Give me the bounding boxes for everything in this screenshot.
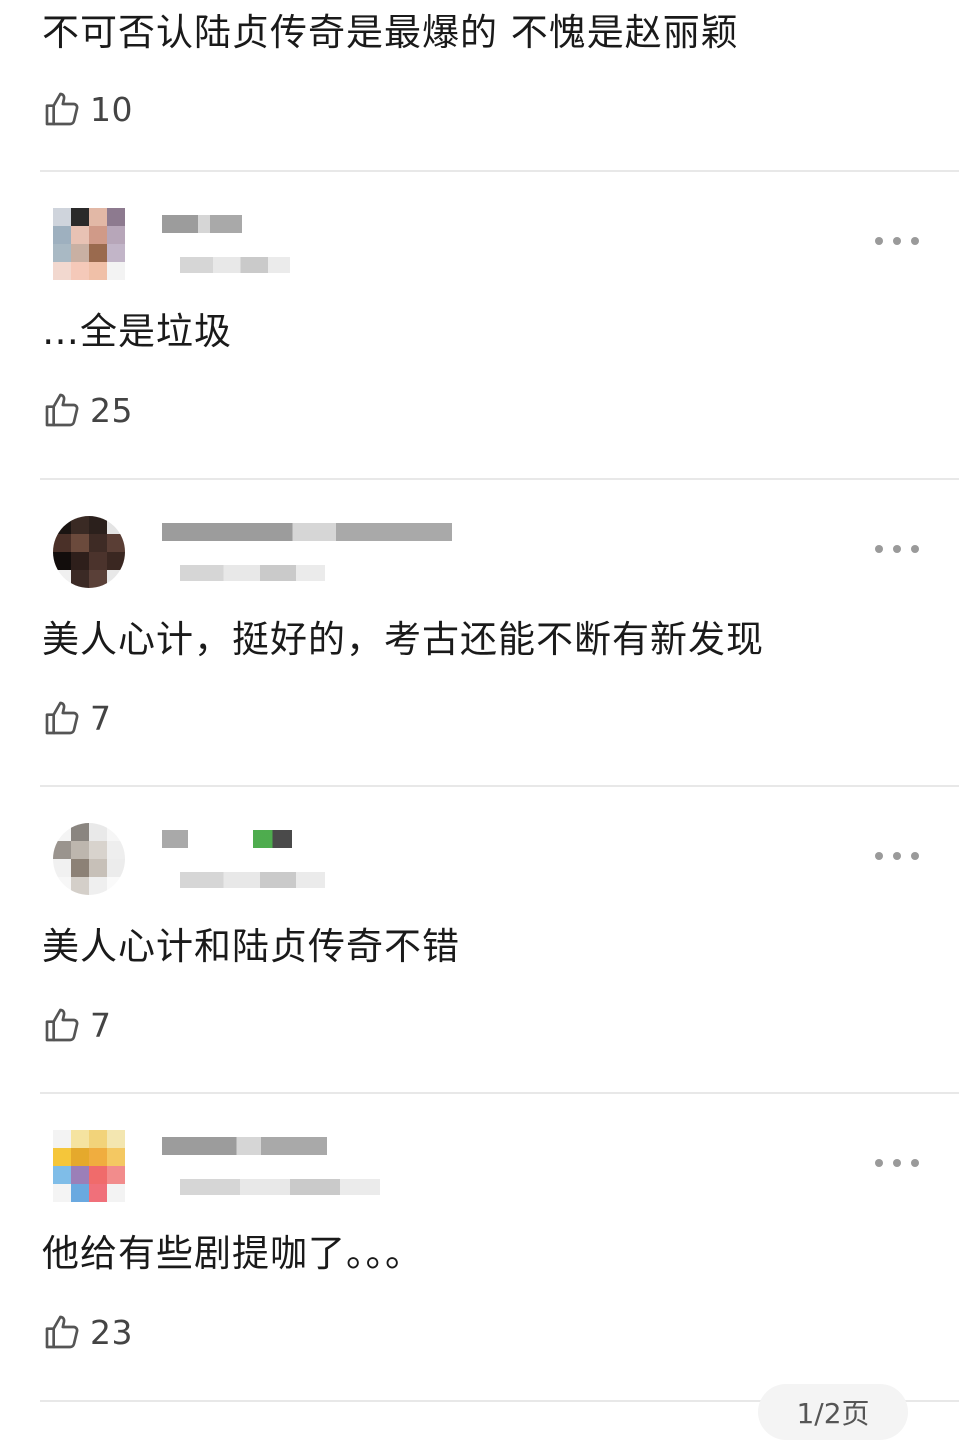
comment-item: 美人心计和陆贞传奇不错 7 xyxy=(40,786,959,1092)
avatar[interactable] xyxy=(53,1130,125,1202)
username[interactable] xyxy=(162,523,452,541)
like-button[interactable]: 7 xyxy=(42,1000,112,1050)
thumbs-up-icon xyxy=(45,701,79,735)
more-options-button[interactable] xyxy=(875,1153,919,1173)
thumbs-up-icon xyxy=(45,393,79,427)
like-count: 10 xyxy=(90,89,133,129)
avatar[interactable] xyxy=(53,208,125,280)
thumbs-up-icon xyxy=(45,1315,79,1349)
comment-text: …全是垃圾 xyxy=(42,310,232,353)
comment-item: 他给有些剧提咖了。。。 23 xyxy=(40,1093,959,1399)
comment-item: …全是垃圾 25 xyxy=(40,171,959,477)
username[interactable] xyxy=(162,1137,327,1155)
comment-item: 美人心计，挺好的，考古还能不断有新发现 7 xyxy=(40,479,959,785)
thumbs-up-icon xyxy=(45,92,79,126)
comment-text: 不可否认陆贞传奇是最爆的 不愧是赵丽颖 xyxy=(42,11,739,54)
username[interactable] xyxy=(162,830,292,848)
like-button[interactable]: 25 xyxy=(42,385,133,435)
comment-item: 不可否认陆贞传奇是最爆的 不愧是赵丽颖 10 xyxy=(40,0,920,170)
comment-feed: 不可否认陆贞传奇是最爆的 不愧是赵丽颖 10 …全是垃圾 25 美人心计，挺好的… xyxy=(0,0,959,1440)
like-count: 7 xyxy=(90,698,112,738)
like-count: 25 xyxy=(90,390,133,430)
comment-meta xyxy=(180,1179,380,1195)
comment-meta xyxy=(180,257,290,273)
like-count: 7 xyxy=(90,1005,112,1045)
more-options-button[interactable] xyxy=(875,539,919,559)
username[interactable] xyxy=(162,215,242,233)
comment-meta xyxy=(180,872,325,888)
like-button[interactable]: 23 xyxy=(42,1307,133,1357)
comment-text: 他给有些剧提咖了。。。 xyxy=(42,1232,423,1275)
comment-meta xyxy=(180,565,325,581)
avatar[interactable] xyxy=(53,823,125,895)
more-options-button[interactable] xyxy=(875,846,919,866)
like-button[interactable]: 10 xyxy=(42,84,133,134)
like-count: 23 xyxy=(90,1312,133,1352)
like-button[interactable]: 7 xyxy=(42,693,112,743)
avatar[interactable] xyxy=(53,516,125,588)
comment-text: 美人心计，挺好的，考古还能不断有新发现 xyxy=(42,618,764,661)
more-options-button[interactable] xyxy=(875,231,919,251)
thumbs-up-icon xyxy=(45,1008,79,1042)
comment-text: 美人心计和陆贞传奇不错 xyxy=(42,925,460,968)
